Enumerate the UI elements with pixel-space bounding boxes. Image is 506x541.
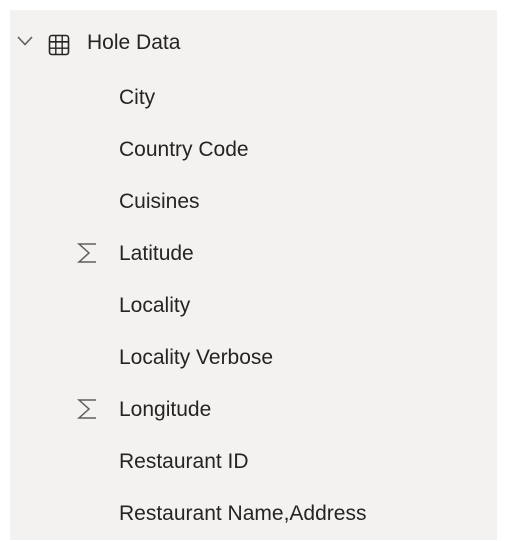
field-label: City: [119, 86, 156, 109]
field-longitude[interactable]: Longitude: [10, 384, 497, 436]
field-cuisines[interactable]: Cuisines: [10, 176, 497, 228]
field-label: Longitude: [119, 398, 212, 421]
field-restaurant-id[interactable]: Restaurant ID: [10, 436, 497, 488]
field-label: Restaurant ID: [119, 450, 249, 473]
field-label: Restaurant Name,Address: [119, 502, 367, 525]
table-name: Hole Data: [87, 31, 181, 54]
field-label: Country Code: [119, 138, 249, 161]
sigma-icon: [77, 399, 96, 419]
field-country-code[interactable]: Country Code: [10, 124, 497, 176]
field-label: Locality Verbose: [119, 346, 274, 369]
field-locality[interactable]: Locality: [10, 280, 497, 332]
chevron-down-icon[interactable]: [16, 35, 34, 47]
field-label: Latitude: [119, 242, 194, 265]
field-city[interactable]: City: [10, 72, 497, 124]
fields-pane: Hole Data City Country Code Cuisines Lat…: [10, 10, 497, 540]
table-icon: [48, 34, 70, 56]
table-header-hole-data[interactable]: Hole Data: [10, 10, 497, 62]
sigma-icon: [77, 243, 96, 263]
field-latitude[interactable]: Latitude: [10, 228, 497, 280]
field-locality-verbose[interactable]: Locality Verbose: [10, 332, 497, 384]
field-label: Cuisines: [119, 190, 200, 213]
field-restaurant-name-address[interactable]: Restaurant Name,Address: [10, 488, 497, 540]
field-label: Locality: [119, 294, 191, 317]
